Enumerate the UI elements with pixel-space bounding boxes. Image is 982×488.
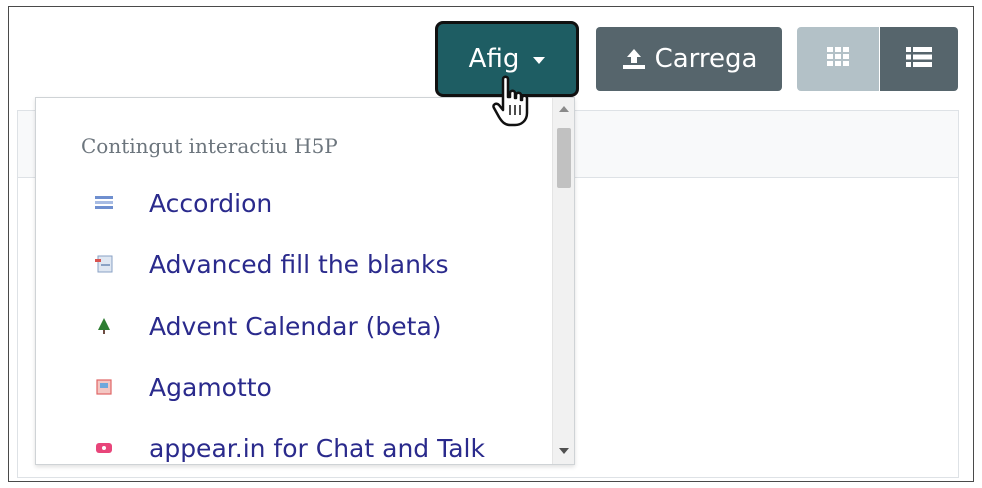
menu-item-advanced-fill-the-blanks[interactable]: Advanced fill the blanks — [36, 236, 546, 292]
accordion-icon — [94, 193, 114, 213]
image-sequence-icon — [94, 377, 114, 397]
scroll-thumb[interactable] — [557, 128, 571, 188]
menu-item-appear-in[interactable]: appear.in for Chat and Talk — [36, 420, 546, 464]
add-content-dropdown: Contingut interactiu H5P Accordion Advan… — [35, 97, 575, 465]
menu-item-label: Advanced fill the blanks — [149, 249, 449, 279]
scroll-down-icon[interactable] — [559, 448, 569, 454]
chat-icon — [94, 438, 114, 458]
tree-icon — [94, 316, 114, 336]
upload-icon — [621, 47, 647, 71]
upload-button[interactable]: Carrega — [596, 27, 782, 91]
grid-view-button[interactable] — [797, 27, 879, 91]
upload-label: Carrega — [654, 44, 758, 74]
add-content-label: Afig — [468, 44, 520, 74]
menu-item-accordion[interactable]: Accordion — [36, 175, 546, 231]
dropdown-header: Contingut interactiu H5P — [81, 134, 338, 158]
dropdown-scrollbar[interactable] — [552, 98, 574, 464]
grid-view-icon — [827, 47, 849, 71]
hand-cursor-icon — [491, 75, 531, 129]
menu-item-label: appear.in for Chat and Talk — [149, 433, 485, 463]
menu-item-label: Agamotto — [149, 372, 272, 402]
fill-blanks-icon — [94, 254, 114, 274]
scroll-up-icon[interactable] — [559, 106, 569, 112]
menu-item-label: Advent Calendar (beta) — [149, 311, 442, 341]
menu-item-agamotto[interactable]: Agamotto — [36, 359, 546, 415]
caret-down-icon — [533, 57, 546, 64]
menu-item-label: Accordion — [149, 188, 273, 218]
content-bank-panel: Afig Carrega Contingut interactiu H5P Ac… — [8, 6, 974, 482]
list-view-icon — [906, 47, 932, 71]
list-view-button[interactable] — [880, 27, 958, 91]
menu-item-advent-calendar[interactable]: Advent Calendar (beta) — [36, 298, 546, 354]
